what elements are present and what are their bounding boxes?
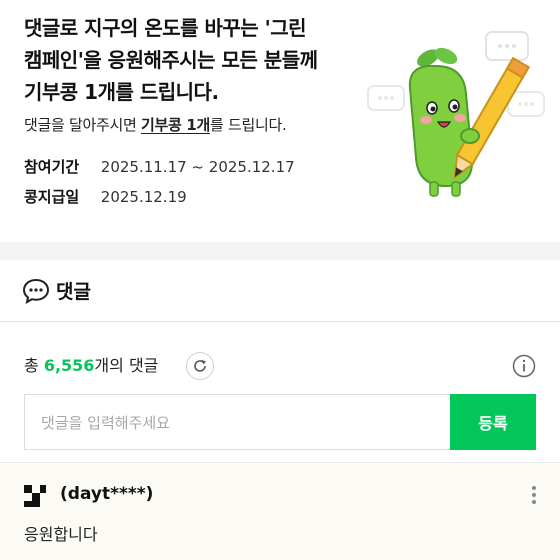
bean-mascot-icon — [367, 31, 545, 197]
headline-line-1: 댓글로 지구의 온도를 바꾸는 '그린 — [24, 16, 307, 40]
period-label: 참여기간 — [24, 158, 80, 176]
comment-item: (dayt****) 응원합니다 — [0, 463, 560, 560]
headline-line-2: 캠페인'을 응원해주시는 모든 분들께 — [24, 48, 318, 72]
payout-date: 콩지급일 2025.12.19 — [24, 186, 187, 207]
refresh-button[interactable] — [186, 352, 214, 380]
subline-highlight: 기부콩 1개 — [140, 116, 210, 134]
comment-text: 응원합니다 — [24, 525, 98, 544]
count-prefix: 총 — [24, 356, 44, 375]
count-suffix: 개의 댓글 — [94, 356, 159, 375]
comment-input[interactable]: 댓글을 입력해주세요 — [24, 394, 450, 450]
count-value: 6,556 — [43, 356, 95, 375]
comment-count: 총 6,556개의 댓글 — [24, 352, 158, 376]
comment-section-title: 댓글 — [56, 281, 91, 303]
campaign-banner: 댓글로 지구의 온도를 바꾸는 '그린 캠페인'을 응원해주시는 모든 분들께 … — [0, 0, 560, 242]
comment-section-header: 댓글 — [0, 260, 560, 322]
refresh-icon — [194, 360, 206, 372]
speech-bubble-icon — [22, 278, 50, 304]
section-divider — [0, 242, 560, 260]
bean-mascot-illustration — [360, 18, 560, 218]
subline-suffix: 를 드립니다. — [210, 116, 287, 134]
payout-label: 콩지급일 — [24, 188, 80, 206]
avatar — [24, 485, 46, 507]
period-value: 2025.11.17 ~ 2025.12.17 — [100, 158, 295, 176]
subline-prefix: 댓글을 달아주시면 — [24, 116, 141, 134]
payout-value: 2025.12.19 — [100, 188, 187, 206]
more-options-icon[interactable] — [526, 483, 542, 509]
info-icon[interactable] — [512, 354, 536, 378]
participation-period: 참여기간 2025.11.17 ~ 2025.12.17 — [24, 156, 295, 177]
comment-author: (dayt****) — [60, 484, 154, 504]
submit-button[interactable]: 등록 — [450, 394, 536, 450]
campaign-subline: 댓글을 달아주시면 기부콩 1개를 드립니다. — [24, 114, 287, 135]
headline-line-3: 기부콩 1개를 드립니다. — [24, 80, 219, 104]
campaign-headline: 댓글로 지구의 온도를 바꾸는 '그린 캠페인'을 응원해주시는 모든 분들께 … — [24, 12, 364, 108]
